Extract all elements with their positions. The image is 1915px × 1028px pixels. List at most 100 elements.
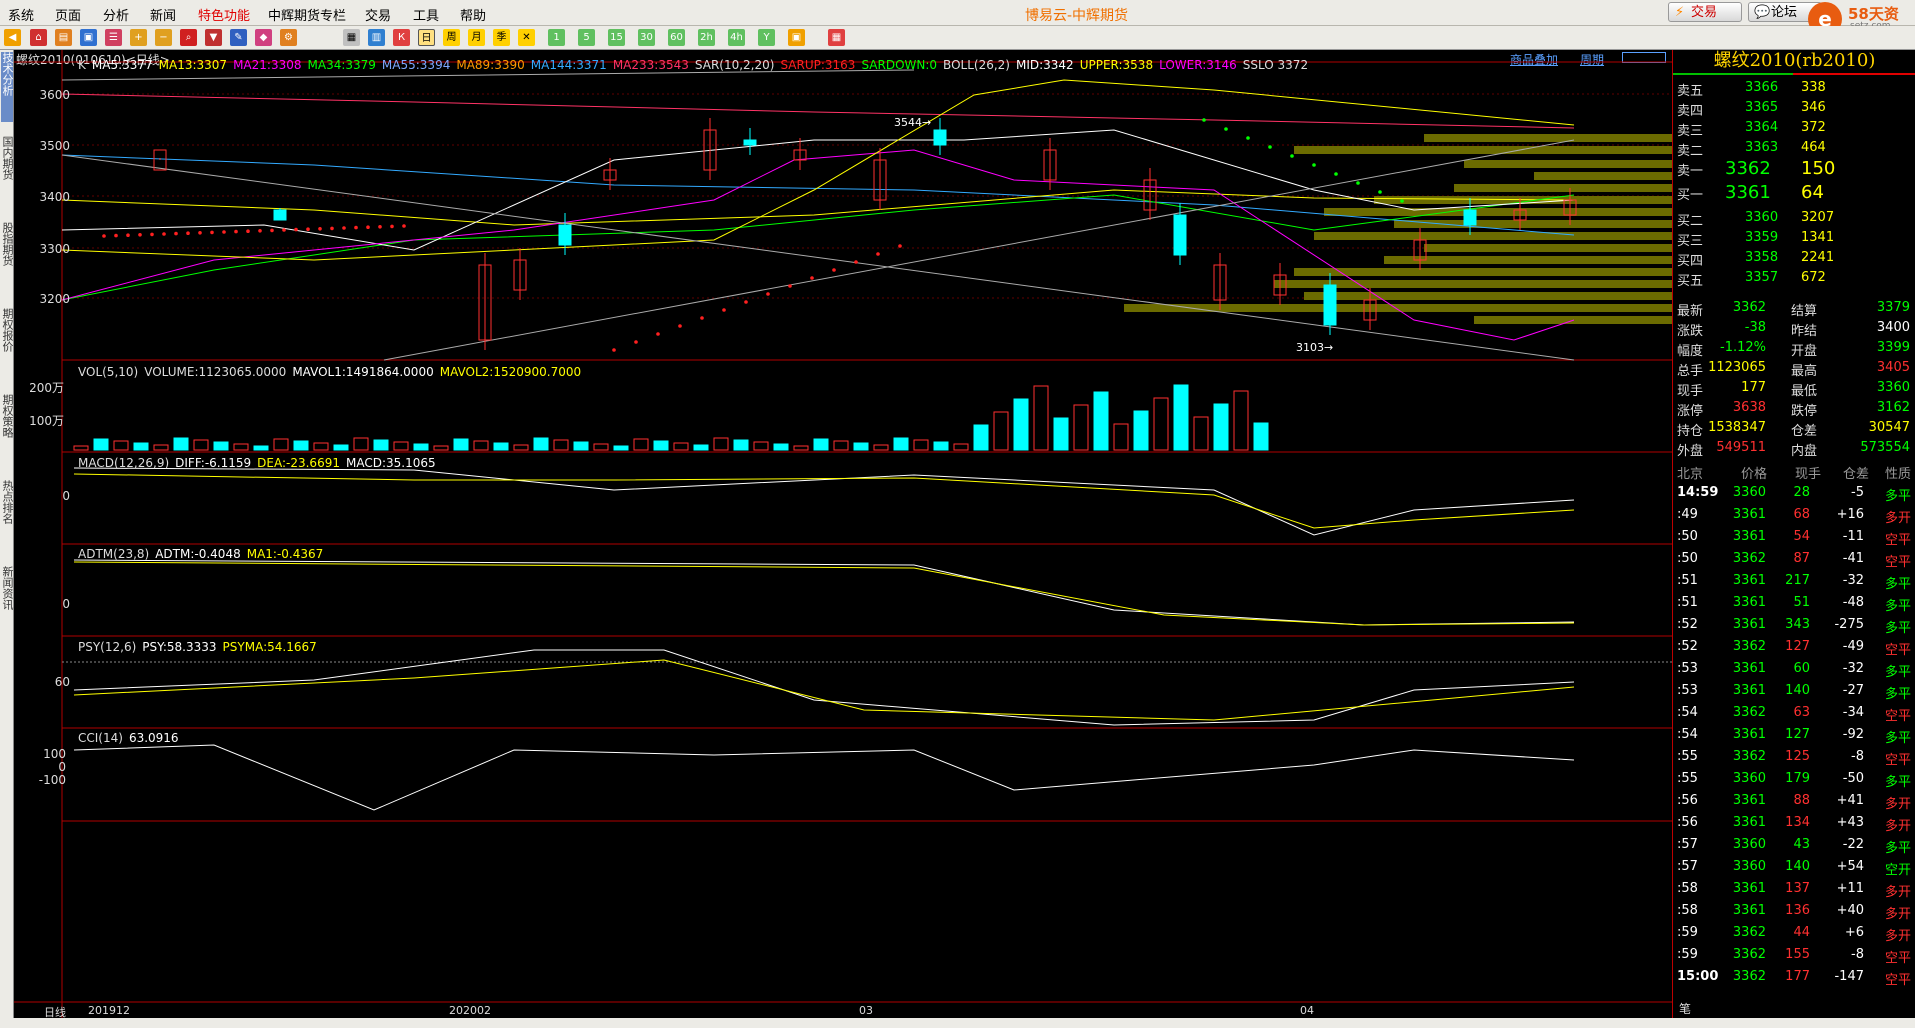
order-book-row[interactable]: 卖四 3365 346 [1673, 98, 1915, 119]
period-weekly-icon[interactable]: 周 [443, 29, 460, 46]
level-price: 3361 [1725, 182, 1771, 203]
chart-icon[interactable]: ▥ [368, 29, 385, 46]
period-30-button[interactable]: 30 [638, 29, 655, 46]
tick-t: 14:59 [1677, 485, 1719, 500]
tick-row[interactable]: :59 3362 155 -8 空平 [1673, 944, 1915, 966]
tab-hot-ranking[interactable]: 热点排名 [1, 480, 14, 550]
zoom-out-icon[interactable]: − [155, 29, 172, 46]
tab-index-futures[interactable]: 股指期货 [1, 222, 14, 292]
tick-row[interactable]: :56 3361 134 +43 多开 [1673, 812, 1915, 834]
tick-row[interactable]: :49 3361 68 +16 多开 [1673, 504, 1915, 526]
order-book-row[interactable]: 买二 3360 3207 [1673, 208, 1915, 229]
tick-row[interactable]: :56 3361 88 +41 多开 [1673, 790, 1915, 812]
order-book-row[interactable]: 买三 3359 1341 [1673, 228, 1915, 249]
tab-technical[interactable]: 技术分析 [1, 52, 14, 122]
tick-v: 54 [1793, 529, 1810, 544]
home-icon[interactable]: ⌂ [30, 29, 47, 46]
tick-row[interactable]: :53 3361 60 -32 多平 [1673, 658, 1915, 680]
list-icon[interactable]: ☰ [105, 29, 122, 46]
tick-row[interactable]: :54 3361 127 -92 多平 [1673, 724, 1915, 746]
period-x-icon[interactable]: ✕ [518, 29, 535, 46]
pen-icon[interactable]: ✎ [230, 29, 247, 46]
tick-row[interactable]: :58 3361 137 +11 多开 [1673, 878, 1915, 900]
menu-zhonghui-column[interactable]: 中辉期货专栏 [268, 5, 346, 24]
macd-legend: MACD(12,26,9) DIFF:-6.1159 DEA:-23.6691 MAC… [78, 456, 442, 470]
tab-option-strategy[interactable]: 期权策略 [1, 394, 14, 464]
tick-row[interactable]: :59 3362 44 +6 多开 [1673, 922, 1915, 944]
period-daily-icon[interactable]: 日 [418, 29, 435, 46]
period-4h-button[interactable]: 4h [728, 29, 745, 46]
tick-row[interactable]: :51 3361 217 -32 多平 [1673, 570, 1915, 592]
volume-bar [1253, 422, 1269, 451]
lock-icon[interactable]: ▣ [788, 29, 805, 46]
tick-row[interactable]: :55 3362 125 -8 空平 [1673, 746, 1915, 768]
menu-trade[interactable]: 交易 [365, 5, 391, 24]
tick-t: :52 [1677, 617, 1698, 632]
order-book-row[interactable]: 卖二 3363 464 [1673, 138, 1915, 159]
chart-area[interactable]: 螺纹2010(010610)<日线> 商品叠加 周期 K MA5:3377 MA13… [14, 50, 1672, 1019]
period-year-button[interactable]: Y [758, 29, 775, 46]
zoom-in-icon[interactable]: + [130, 29, 147, 46]
tick-row[interactable]: :52 3362 127 -49 空平 [1673, 636, 1915, 658]
order-book-row[interactable]: 卖五 3366 338 [1673, 78, 1915, 99]
tick-row[interactable]: :57 3360 140 +54 空开 [1673, 856, 1915, 878]
main-legend-item: MA233:3543 [612, 58, 689, 72]
psy-label-60: 60 [54, 675, 70, 689]
filter-icon[interactable]: ▼ [205, 29, 222, 46]
period-1-button[interactable]: 1 [548, 29, 565, 46]
color-icon[interactable]: ◆ [255, 29, 272, 46]
tick-row[interactable]: :57 3360 43 -22 多平 [1673, 834, 1915, 856]
trade-button[interactable]: ⚡ 交易 [1668, 2, 1742, 22]
tick-d: +6 [1844, 925, 1864, 940]
order-book-row[interactable]: 买一 3361 64 [1673, 182, 1915, 203]
tick-row[interactable]: :53 3361 140 -27 多平 [1673, 680, 1915, 702]
tick-row[interactable]: :50 3361 54 -11 空平 [1673, 526, 1915, 548]
tick-row[interactable]: :52 3361 343 -275 多平 [1673, 614, 1915, 636]
tick-row[interactable]: :54 3362 63 -34 空平 [1673, 702, 1915, 724]
tick-row[interactable]: :51 3361 51 -48 多平 [1673, 592, 1915, 614]
settings-icon[interactable]: ⚙ [280, 29, 297, 46]
tick-t: :59 [1677, 925, 1698, 940]
calc-icon[interactable]: ▦ [828, 29, 845, 46]
table-icon[interactable]: ▦ [343, 29, 360, 46]
menu-news[interactable]: 新闻 [150, 5, 176, 24]
tick-row[interactable]: :50 3362 87 -41 空平 [1673, 548, 1915, 570]
menu-help[interactable]: 帮助 [460, 5, 486, 24]
tick-t: :57 [1677, 859, 1698, 874]
tab-news[interactable]: 新闻资讯 [1, 566, 14, 636]
order-book-row[interactable]: 卖三 3364 372 [1673, 118, 1915, 139]
macd-legend-item: DEA:-23.6691 [257, 456, 340, 470]
tick-row[interactable]: 14:59 3360 28 -5 多平 [1673, 482, 1915, 504]
book-icon[interactable]: ▤ [55, 29, 72, 46]
window-icon[interactable]: ▣ [80, 29, 97, 46]
period-2h-button[interactable]: 2h [698, 29, 715, 46]
menu-analysis[interactable]: 分析 [103, 5, 129, 24]
ma144-line [61, 154, 1575, 236]
menu-featured[interactable]: 特色功能 [198, 5, 250, 24]
back-icon[interactable]: ◀ [4, 29, 21, 46]
period-5-button[interactable]: 5 [578, 29, 595, 46]
tick-n: 多平 [1885, 621, 1912, 636]
order-book-row[interactable]: 卖一 3362 150 [1673, 158, 1915, 179]
period-15-button[interactable]: 15 [608, 29, 625, 46]
menu-tools[interactable]: 工具 [413, 5, 439, 24]
volume-bar [713, 437, 729, 451]
menu-system[interactable]: 系统 [8, 5, 34, 24]
menu-page[interactable]: 页面 [55, 5, 81, 24]
order-book-row[interactable]: 买五 3357 672 [1673, 268, 1915, 289]
tab-option-quotes[interactable]: 期权报价 [1, 308, 14, 378]
k-line-icon[interactable]: К [393, 29, 410, 46]
period-60-button[interactable]: 60 [668, 29, 685, 46]
tick-row[interactable]: :55 3360 179 -50 多平 [1673, 768, 1915, 790]
tick-row[interactable]: 15:00 3362 177 -147 空平 [1673, 966, 1915, 988]
tick-row[interactable]: :58 3361 136 +40 多开 [1673, 900, 1915, 922]
period-monthly-icon[interactable]: 月 [468, 29, 485, 46]
tick-t: :52 [1677, 639, 1698, 654]
volume-bar [933, 441, 949, 451]
order-book-row[interactable]: 买四 3358 2241 [1673, 248, 1915, 269]
tab-domestic-futures[interactable]: 国内期货 [1, 136, 14, 206]
tick-v: 179 [1785, 771, 1810, 786]
search-icon[interactable]: ⌕ [180, 29, 197, 46]
period-quarterly-icon[interactable]: 季 [493, 29, 510, 46]
chart-canvas [14, 50, 1672, 1018]
